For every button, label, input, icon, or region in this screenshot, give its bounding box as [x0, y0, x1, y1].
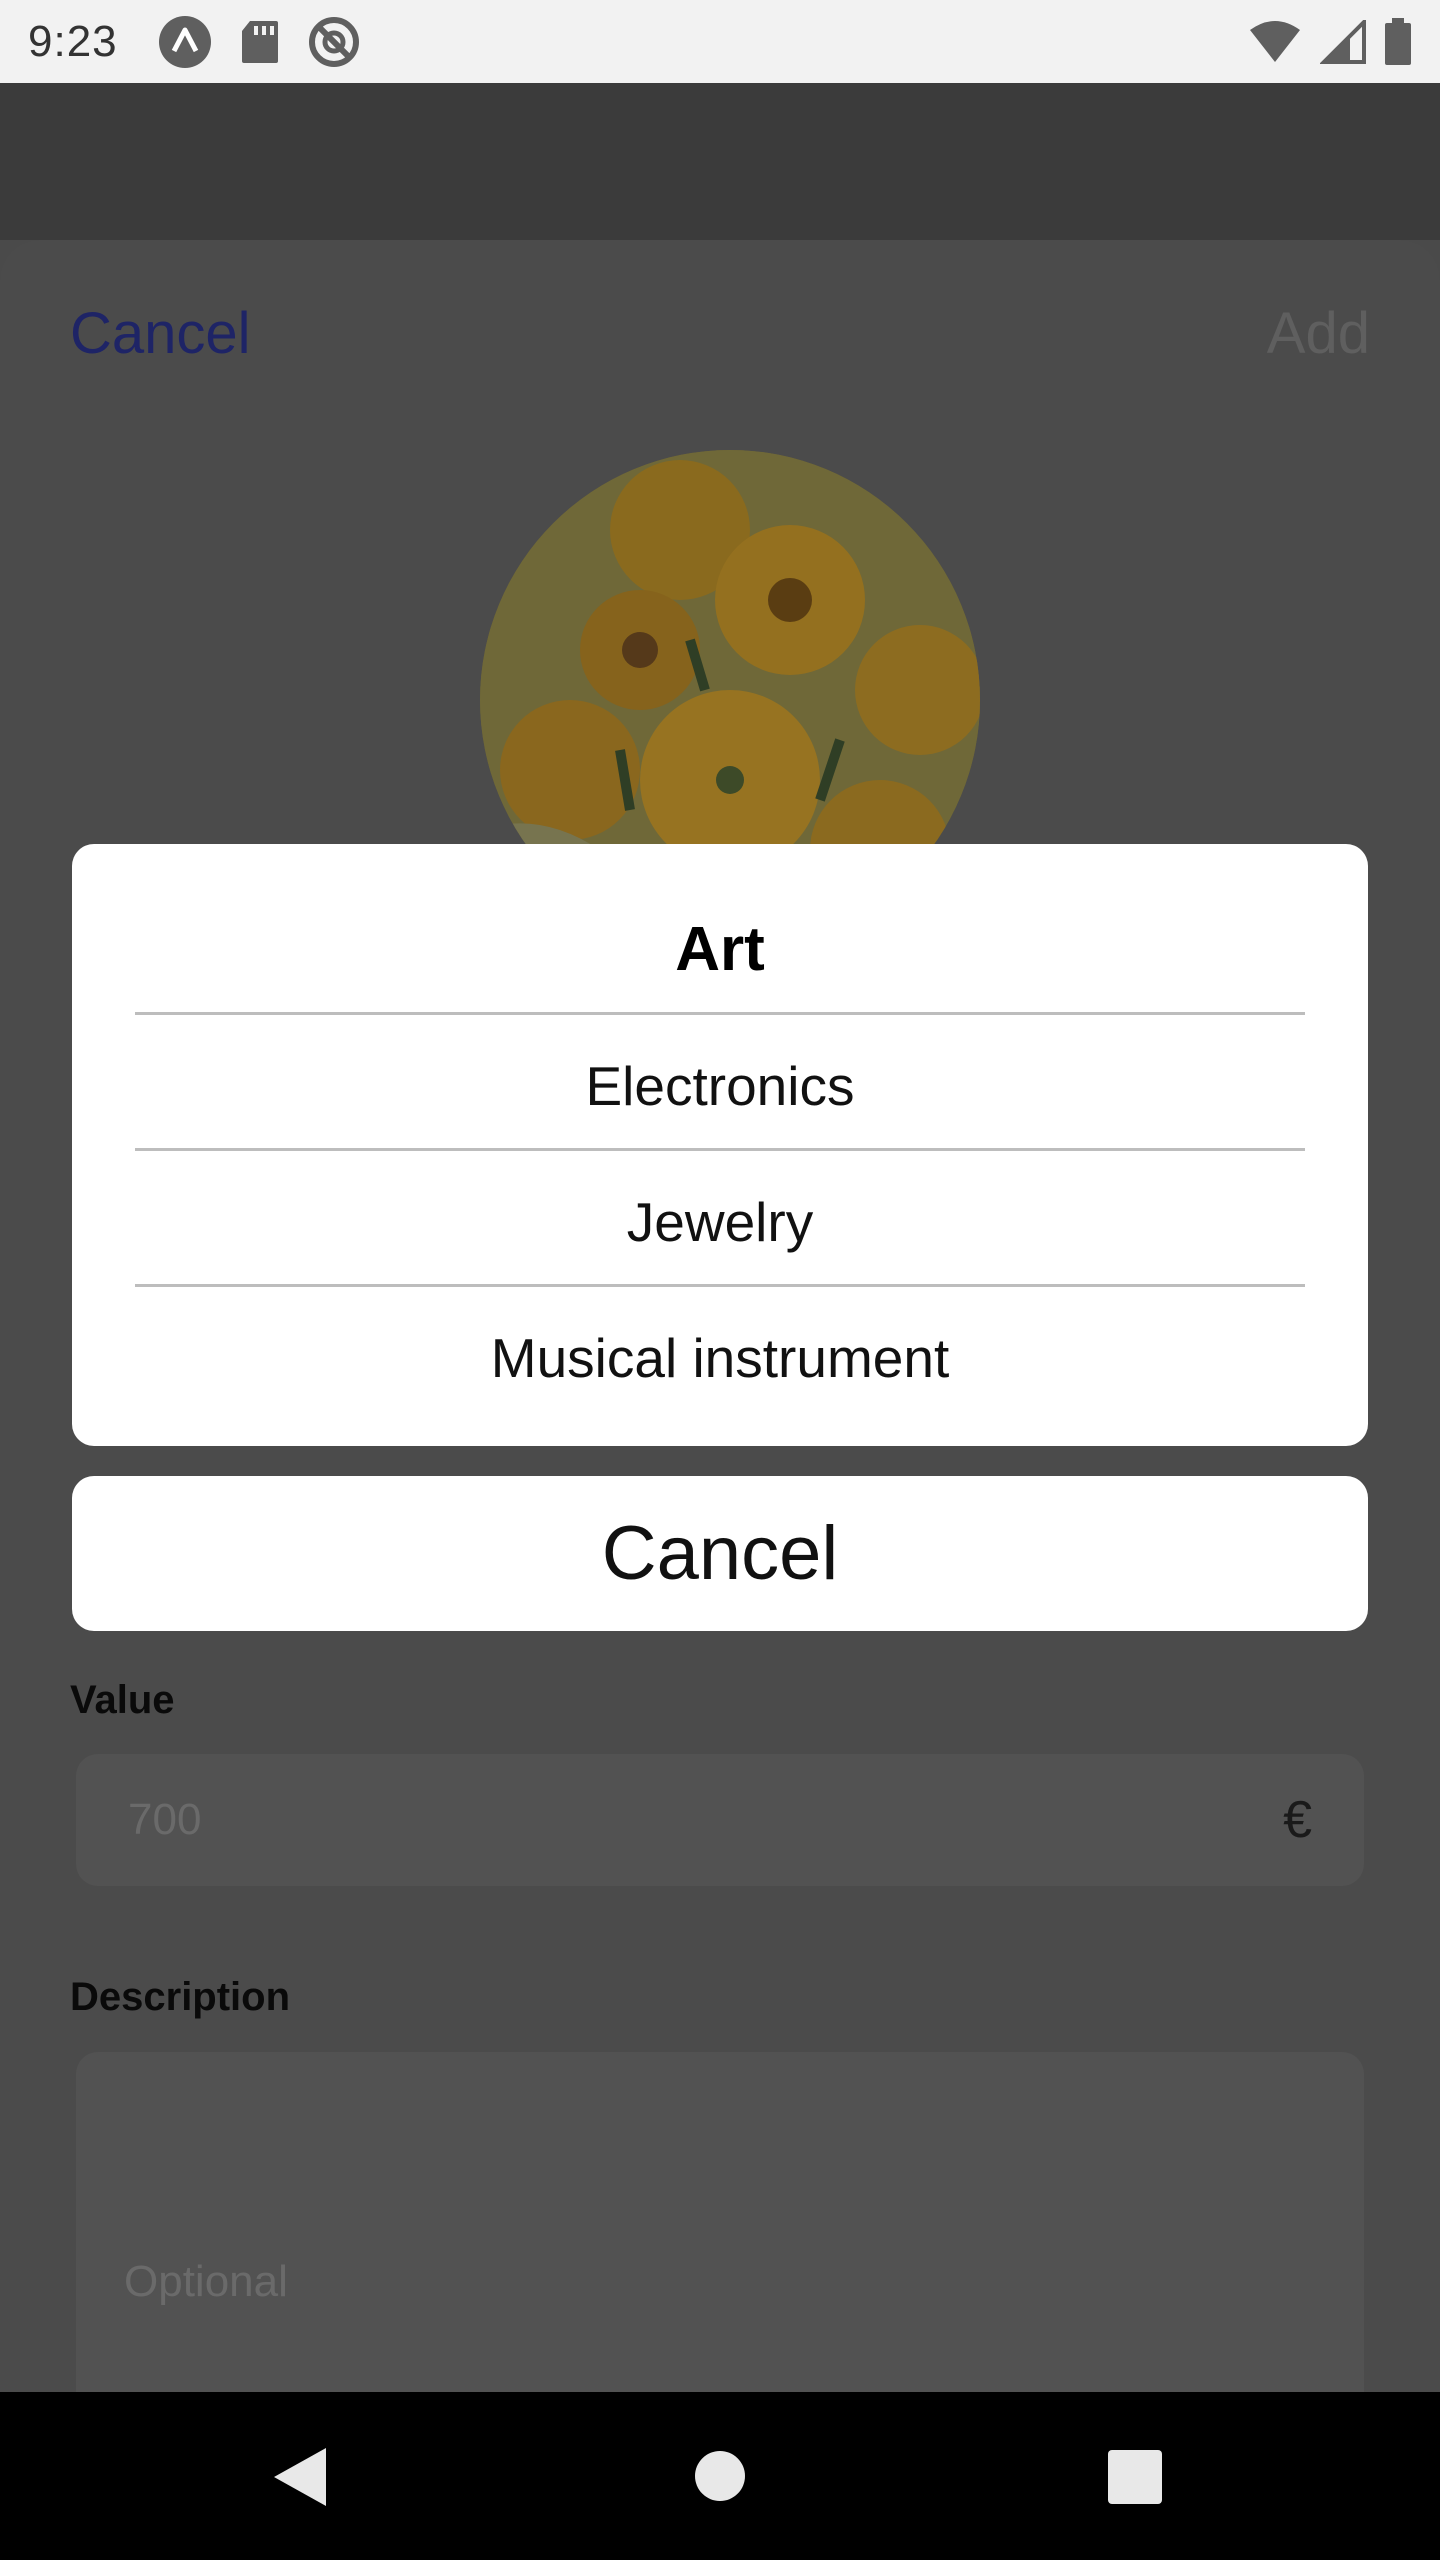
back-icon[interactable] — [272, 2446, 328, 2508]
picker-divider — [135, 1148, 1305, 1151]
description-placeholder: Optional — [124, 2257, 288, 2306]
status-icons-right — [1248, 17, 1412, 66]
sd-card-icon — [241, 20, 278, 63]
a-logo-icon — [158, 15, 211, 68]
status-icons-left — [158, 15, 360, 69]
picker-option-musical-instrument[interactable]: Musical instrument — [72, 1326, 1368, 1390]
wifi-icon — [1250, 20, 1300, 62]
currency-symbol: € — [1283, 1791, 1312, 1849]
value-placeholder: 700 — [128, 1795, 202, 1844]
status-bar: 9:23 — [0, 0, 1440, 83]
picker-option-jewelry[interactable]: Jewelry — [72, 1190, 1368, 1254]
sheet-add-button[interactable]: Add — [1267, 300, 1370, 367]
app-header-background — [0, 83, 1440, 240]
recents-icon[interactable] — [1108, 2450, 1162, 2504]
home-icon[interactable] — [694, 2450, 746, 2502]
picker-cancel-button[interactable]: Cancel — [72, 1476, 1368, 1631]
sheet-cancel-button[interactable]: Cancel — [70, 300, 251, 367]
description-input[interactable]: Optional — [76, 2052, 1364, 2392]
no-sync-icon — [308, 16, 359, 67]
value-label: Value — [70, 1678, 175, 1722]
picker-option-art[interactable]: Art — [72, 914, 1368, 985]
value-input[interactable]: 700 € — [76, 1754, 1364, 1886]
picker-divider — [135, 1012, 1305, 1015]
picker-divider — [135, 1284, 1305, 1287]
status-time: 9:23 — [28, 16, 118, 66]
navigation-bar — [0, 2392, 1440, 2560]
picker-option-electronics[interactable]: Electronics — [72, 1054, 1368, 1118]
category-picker: Art Electronics Jewelry Musical instrume… — [72, 844, 1368, 1446]
battery-icon — [1385, 17, 1411, 65]
signal-icon — [1320, 19, 1366, 64]
description-label: Description — [70, 1975, 291, 2019]
